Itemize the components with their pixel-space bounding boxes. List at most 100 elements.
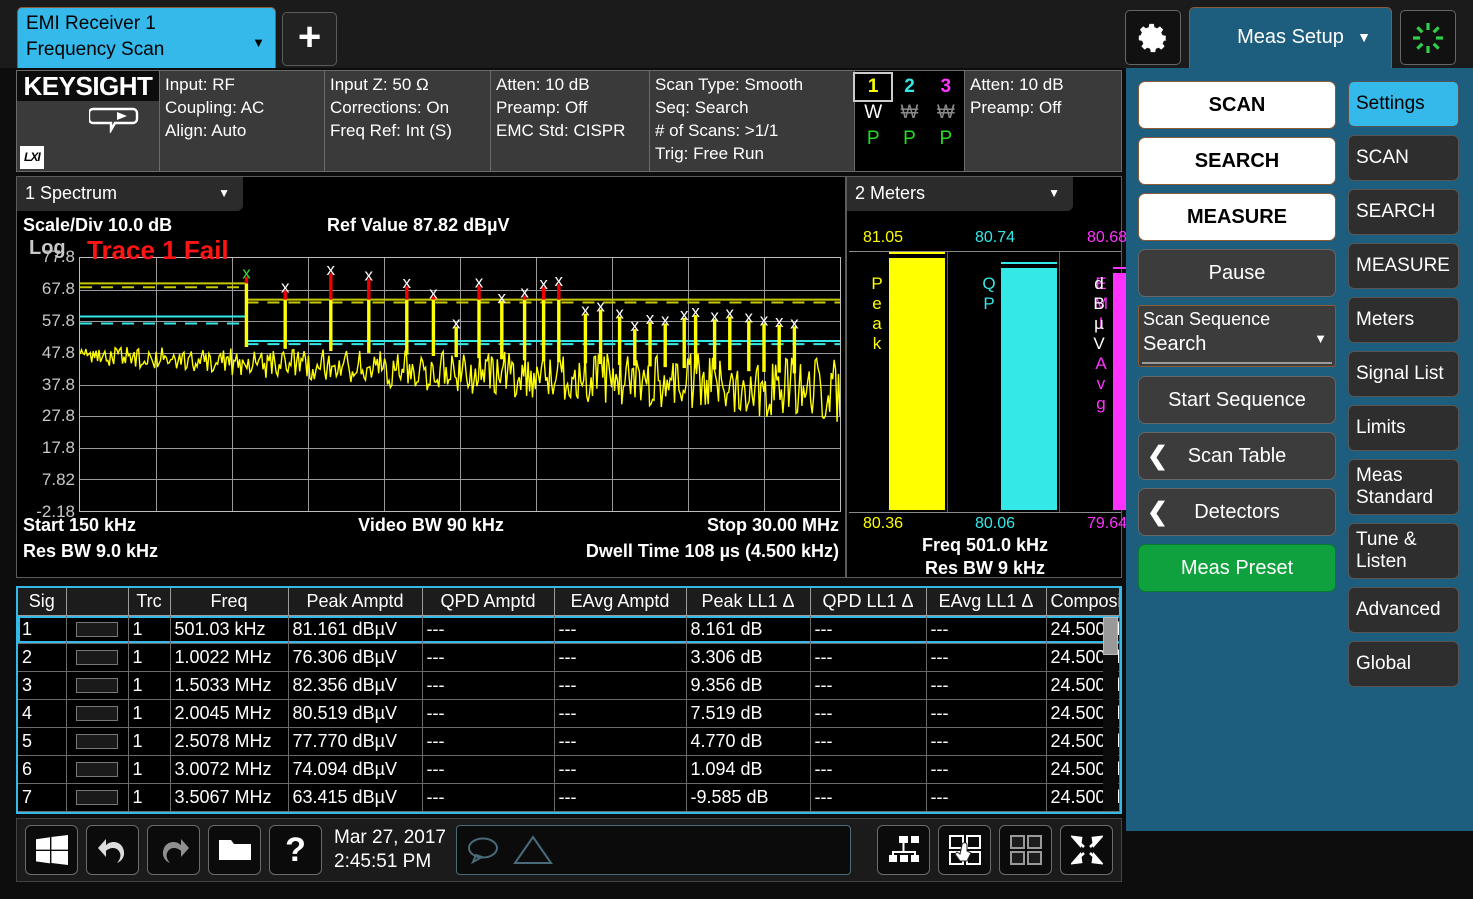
tab-signal-list[interactable]: Signal List bbox=[1348, 351, 1459, 397]
signal-marker-x[interactable]: x bbox=[555, 271, 564, 290]
signal-list-column-header[interactable]: Freq bbox=[170, 588, 288, 615]
signal-marker-x[interactable]: x bbox=[539, 274, 548, 293]
annotation-box[interactable] bbox=[456, 825, 851, 875]
signal-list-column-header[interactable]: EAvg Amptd bbox=[554, 588, 686, 615]
chevron-down-icon[interactable]: ▼ bbox=[218, 177, 230, 210]
signal-list-column-header[interactable]: Peak LL1 Δ bbox=[686, 588, 810, 615]
signal-marker-x[interactable]: x bbox=[726, 304, 735, 323]
header-cell-atten[interactable]: Atten: 10 dB Preamp: Off EMC Std: CISPR bbox=[491, 71, 650, 171]
signal-marker-x[interactable]: x bbox=[429, 284, 438, 303]
signal-list-table[interactable]: Sig TrcFreqPeak AmptdQPD AmptdEAvg AmptdP… bbox=[16, 586, 1122, 814]
network-button[interactable] bbox=[877, 825, 930, 875]
spectrum-plot-grid[interactable]: xxxxxxxxxxxxxxxxxxxxxxxxxx bbox=[79, 257, 841, 512]
tab-emi-receiver-1[interactable]: EMI Receiver 1 Frequency Scan ▼ bbox=[17, 7, 276, 68]
signal-marker-x[interactable]: x bbox=[365, 266, 374, 285]
signal-list-column-header[interactable]: Peak Amptd bbox=[288, 588, 422, 615]
chevron-down-icon[interactable]: ▼ bbox=[252, 30, 265, 56]
button-pause[interactable]: Pause bbox=[1138, 249, 1336, 297]
header-cell-atten2[interactable]: Atten: 10 dB Preamp: Off bbox=[965, 71, 1121, 171]
dwell-time-label[interactable]: Dwell Time 108 µs (4.500 kHz) bbox=[586, 541, 839, 562]
signal-marker-x[interactable]: x bbox=[680, 305, 689, 324]
chevron-down-icon[interactable]: ▼ bbox=[1357, 8, 1371, 66]
tab-meters[interactable]: Meters bbox=[1348, 297, 1459, 343]
table-row[interactable]: 412.0045 MHz80.519 dBµV------7.519 dB---… bbox=[18, 699, 1120, 727]
signal-marker-x[interactable]: x bbox=[775, 312, 784, 331]
header-cell-input[interactable]: Input: RF Coupling: AC Align: Auto bbox=[160, 71, 325, 171]
signal-marker-x[interactable]: x bbox=[581, 301, 590, 320]
signal-marker-x[interactable]: x bbox=[520, 282, 529, 301]
signal-marker-x[interactable]: x bbox=[281, 277, 290, 296]
fullscreen-button[interactable] bbox=[1060, 825, 1113, 875]
button-start-sequence[interactable]: Start Sequence bbox=[1138, 376, 1336, 424]
detector-1-number[interactable]: 1 bbox=[855, 74, 891, 100]
tab-tune-listen[interactable]: Tune & Listen bbox=[1348, 523, 1459, 579]
signal-marker-x[interactable]: x bbox=[615, 304, 624, 323]
header-cell-detectors[interactable]: 1 2 3 W ₩ ₩ P P P bbox=[855, 71, 965, 171]
button-scan-table[interactable]: ❮Scan Table bbox=[1138, 432, 1336, 480]
tab-meas-standard[interactable]: Meas Standard bbox=[1348, 459, 1459, 515]
chevron-down-icon[interactable]: ▼ bbox=[1314, 331, 1327, 346]
window-layout-button[interactable] bbox=[999, 825, 1052, 875]
tab-scan[interactable]: SCAN bbox=[1348, 135, 1459, 181]
signal-list-column-header[interactable] bbox=[66, 588, 128, 615]
scrollbar-thumb[interactable] bbox=[1103, 617, 1118, 655]
header-cell-impedance[interactable]: Input Z: 50 Ω Corrections: On Freq Ref: … bbox=[325, 71, 491, 171]
signal-list-scrollbar[interactable] bbox=[1103, 617, 1118, 811]
signal-list-column-header[interactable]: Trc bbox=[128, 588, 170, 615]
redo-button[interactable] bbox=[147, 825, 200, 875]
table-row[interactable]: 512.5078 MHz77.770 dBµV------4.770 dB---… bbox=[18, 727, 1120, 755]
signal-marker-x[interactable]: x bbox=[646, 309, 655, 328]
tab-measure[interactable]: MEASURE bbox=[1348, 243, 1459, 289]
windows-start-button[interactable] bbox=[25, 825, 78, 875]
signal-marker-x[interactable]: x bbox=[661, 311, 670, 330]
header-cell-scan[interactable]: Scan Type: Smooth Seq: Search # of Scans… bbox=[650, 71, 855, 171]
signal-marker-x[interactable]: x bbox=[710, 306, 719, 325]
tab-search[interactable]: SEARCH bbox=[1348, 189, 1459, 235]
signal-list-column-header[interactable]: QPD LL1 Δ bbox=[810, 588, 926, 615]
signal-marker-x[interactable]: x bbox=[745, 308, 754, 327]
file-folder-button[interactable] bbox=[208, 825, 261, 875]
table-row[interactable]: 311.5033 MHz82.356 dBµV------9.356 dB---… bbox=[18, 671, 1120, 699]
scan-sequence-select[interactable]: Scan SequenceSearch▼ bbox=[1138, 305, 1336, 367]
tab-advanced[interactable]: Advanced bbox=[1348, 587, 1459, 633]
button-detectors[interactable]: ❮Detectors bbox=[1138, 488, 1336, 536]
tab-global[interactable]: Global bbox=[1348, 641, 1459, 687]
signal-list-column-header[interactable]: EAvg LL1 Δ bbox=[926, 588, 1046, 615]
signal-marker-x[interactable]: x bbox=[760, 311, 769, 330]
button-measure[interactable]: MEASURE bbox=[1138, 193, 1336, 241]
table-row[interactable]: 11501.03 kHz81.161 dBµV------8.161 dB---… bbox=[18, 615, 1120, 643]
signal-marker-x[interactable]: x bbox=[452, 314, 461, 333]
signal-marker-x[interactable]: x bbox=[327, 260, 336, 279]
tab-limits[interactable]: Limits bbox=[1348, 405, 1459, 451]
chevron-down-icon[interactable]: ▼ bbox=[1048, 177, 1060, 210]
signal-marker-x[interactable]: x bbox=[403, 273, 412, 292]
signal-list-column-header[interactable]: QPD Amptd bbox=[422, 588, 554, 615]
detector-2-number[interactable]: 2 bbox=[891, 74, 927, 100]
res-bw-label[interactable]: Res BW 9.0 kHz bbox=[23, 541, 158, 562]
undo-button[interactable] bbox=[86, 825, 139, 875]
signal-marker-x[interactable]: x bbox=[242, 264, 251, 283]
touch-select-button[interactable] bbox=[938, 825, 991, 875]
help-button[interactable]: ? bbox=[269, 825, 322, 875]
add-tab-button[interactable]: + bbox=[282, 12, 337, 66]
signal-marker-x[interactable]: x bbox=[631, 316, 640, 335]
signal-marker-x[interactable]: x bbox=[691, 302, 700, 321]
detector-3-number[interactable]: 3 bbox=[928, 74, 964, 100]
signal-marker-x[interactable]: x bbox=[475, 273, 484, 292]
busy-indicator-button[interactable] bbox=[1400, 10, 1456, 65]
table-row[interactable]: 613.0072 MHz74.094 dBµV------1.094 dB---… bbox=[18, 755, 1120, 783]
signal-list-column-header[interactable]: Sig bbox=[18, 588, 66, 615]
signal-marker-x[interactable]: x bbox=[596, 296, 605, 315]
meters-window[interactable]: 2 Meters ▼ 81.0580.7480.68 P e a kQ PE M… bbox=[846, 176, 1122, 578]
button-scan[interactable]: SCAN bbox=[1138, 81, 1336, 129]
signal-list-column-header[interactable]: Composite Am bbox=[1046, 588, 1120, 615]
gear-button[interactable] bbox=[1125, 10, 1181, 65]
meas-setup-menu-button[interactable]: Meas Setup ▼ bbox=[1189, 7, 1392, 68]
button-meas-preset[interactable]: Meas Preset bbox=[1138, 544, 1336, 592]
signal-marker-x[interactable]: x bbox=[498, 288, 507, 307]
stop-freq-label[interactable]: Stop 30.00 MHz bbox=[707, 515, 839, 536]
spectrum-window-selector[interactable]: 1 Spectrum ▼ bbox=[17, 177, 243, 211]
spectrum-window[interactable]: 1 Spectrum ▼ Scale/Div 10.0 dB Ref Value… bbox=[16, 176, 846, 578]
table-row[interactable]: 211.0022 MHz76.306 dBµV------3.306 dB---… bbox=[18, 643, 1120, 671]
meters-window-selector[interactable]: 2 Meters ▼ bbox=[847, 177, 1073, 211]
